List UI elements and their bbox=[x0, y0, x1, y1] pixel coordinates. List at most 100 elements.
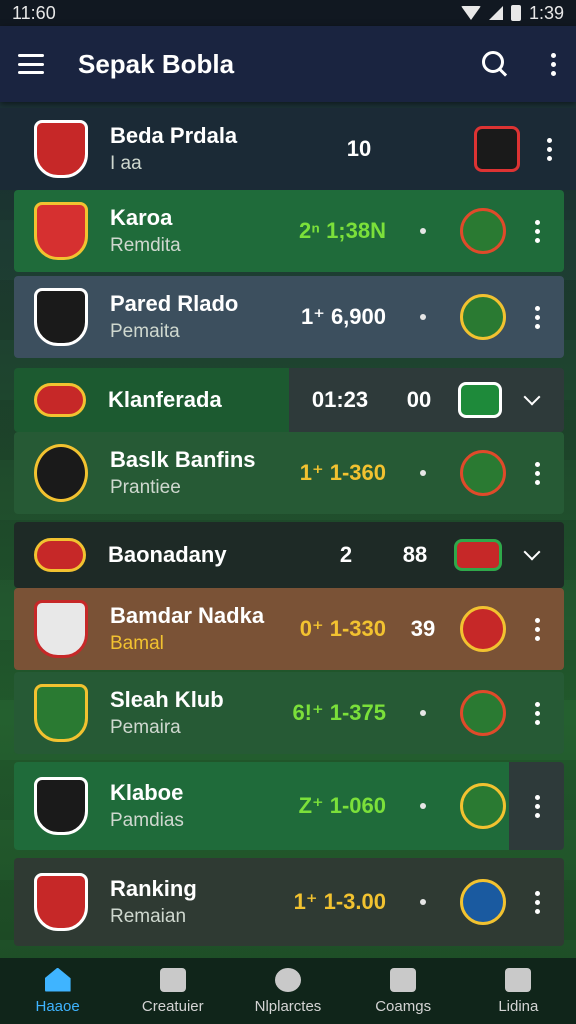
league-badge-icon bbox=[460, 294, 506, 340]
team-subtitle: Pemaira bbox=[110, 717, 181, 738]
team-crest-icon bbox=[34, 444, 88, 502]
ball-icon bbox=[274, 967, 301, 992]
list-item[interactable]: Pared Rlado Pemaita 1⁺ 6,900 bbox=[14, 276, 564, 358]
separator-dot bbox=[420, 470, 426, 476]
league-badge-icon bbox=[454, 539, 502, 571]
list-item[interactable]: Baonadany 2 88 bbox=[14, 522, 564, 588]
team-name: Baslk Banfins bbox=[110, 447, 256, 472]
separator-dot bbox=[420, 803, 426, 809]
match-score: Z⁺ 1-060 bbox=[298, 793, 386, 818]
team-crest-icon bbox=[34, 600, 88, 658]
battery-icon bbox=[510, 5, 521, 21]
bottom-navigation: Haaoe Creatuier Nlplarctes Coamgs Lidina bbox=[0, 958, 576, 1024]
team-info: Baonadany bbox=[108, 542, 316, 568]
league-badge-icon bbox=[458, 382, 502, 418]
team-info: Klanferada bbox=[108, 387, 300, 413]
status-bar: 11:60 1:39 bbox=[0, 0, 576, 26]
separator-dot bbox=[420, 228, 426, 234]
row-more-icon[interactable] bbox=[532, 219, 542, 243]
league-badge-icon bbox=[474, 126, 520, 172]
signal-icon bbox=[488, 6, 503, 20]
league-badge-icon bbox=[460, 208, 506, 254]
row-more-icon[interactable] bbox=[532, 461, 542, 485]
team-name: Ranking bbox=[110, 876, 197, 901]
team-subtitle: Pamdias bbox=[110, 810, 184, 831]
nav-label: Coamgs bbox=[375, 997, 432, 1015]
row-more-icon[interactable] bbox=[532, 701, 542, 725]
status-icons: 1:39 bbox=[460, 2, 564, 24]
more-options-icon[interactable] bbox=[548, 52, 558, 76]
team-info: Sleah Klub Pemaira bbox=[110, 687, 258, 739]
list-item[interactable]: Karoa Remdita 2ⁿ 1;38N bbox=[14, 190, 564, 272]
match-score: 2 bbox=[339, 542, 353, 567]
match-score: 1⁺ 1-3.00 bbox=[293, 889, 386, 914]
row-more-icon[interactable] bbox=[544, 137, 554, 161]
match-score: 6!⁺ 1-375 bbox=[292, 700, 386, 725]
app-bar: Sepak Bobla bbox=[0, 26, 576, 102]
team-crest-icon bbox=[34, 684, 88, 742]
match-value: 39 bbox=[410, 616, 436, 641]
league-badge-icon bbox=[460, 783, 506, 829]
team-subtitle: Remdita bbox=[110, 235, 181, 256]
row-more-icon[interactable] bbox=[532, 305, 542, 329]
team-crest-icon bbox=[34, 202, 88, 260]
list-item[interactable]: Bamdar Nadka Bamal 0⁺ 1-330 39 bbox=[14, 588, 564, 670]
team-info: Pared Rlado Pemaita bbox=[110, 291, 258, 343]
team-info: Ranking Remaian bbox=[110, 876, 258, 928]
nav-home[interactable]: Haaoe bbox=[0, 967, 115, 1015]
team-name: Klaboe bbox=[110, 780, 184, 805]
team-name: Bamdar Nadka bbox=[110, 603, 265, 628]
match-value: 88 bbox=[402, 542, 428, 567]
league-badge-icon bbox=[460, 879, 506, 925]
nav-label: Lidina bbox=[498, 997, 539, 1015]
team-crest-icon bbox=[34, 383, 86, 417]
row-more-icon[interactable] bbox=[532, 794, 542, 818]
nav-matches[interactable]: Nlplarctes bbox=[230, 967, 345, 1015]
league-badge-icon bbox=[460, 690, 506, 736]
list-item[interactable]: Klanferada 01:23 00 bbox=[14, 368, 564, 432]
league-badge-icon bbox=[460, 606, 506, 652]
row-more-icon[interactable] bbox=[532, 890, 542, 914]
separator-dot bbox=[420, 314, 426, 320]
status-time: 11:60 bbox=[12, 2, 56, 23]
match-score: 10 bbox=[346, 136, 372, 161]
list-item[interactable]: Sleah Klub Pemaira 6!⁺ 1-375 bbox=[14, 672, 564, 754]
search-icon[interactable] bbox=[482, 51, 508, 77]
match-score: 0⁺ 1-330 bbox=[299, 616, 386, 641]
row-more-icon[interactable] bbox=[532, 617, 542, 641]
match-value: 00 bbox=[406, 387, 432, 412]
chevron-down-icon[interactable] bbox=[523, 543, 541, 561]
team-info: Baslk Banfins Prantiee bbox=[110, 447, 258, 499]
home-icon bbox=[44, 967, 71, 992]
team-info: Bamdar Nadka Bamal bbox=[110, 603, 265, 655]
team-info: Karoa Remdita bbox=[110, 205, 258, 257]
menu-icon[interactable] bbox=[18, 54, 44, 74]
match-score: 1⁺ 1-360 bbox=[299, 460, 386, 485]
list-item[interactable]: Klaboe Pamdias Z⁺ 1-060 bbox=[14, 762, 564, 850]
team-info: Beda Prdala I aa bbox=[110, 123, 324, 175]
team-name: Pared Rlado bbox=[110, 291, 239, 316]
team-info: Klaboe Pamdias bbox=[110, 780, 258, 832]
calendar-icon bbox=[390, 967, 417, 992]
list-item[interactable]: Beda Prdala I aa 10 bbox=[0, 108, 576, 190]
list-item[interactable]: Baslk Banfins Prantiee 1⁺ 1-360 bbox=[14, 432, 564, 514]
team-subtitle: Remaian bbox=[110, 906, 187, 927]
team-subtitle: Pemaita bbox=[110, 321, 180, 342]
separator-dot bbox=[420, 899, 426, 905]
team-crest-icon bbox=[34, 120, 88, 178]
team-name: Beda Prdala bbox=[110, 123, 238, 148]
nav-creator[interactable]: Creatuier bbox=[115, 967, 230, 1015]
team-crest-icon bbox=[34, 873, 88, 931]
match-time: 01:23 bbox=[311, 387, 369, 412]
wifi-icon bbox=[460, 6, 481, 20]
team-name: Klanferada bbox=[108, 387, 222, 412]
nav-label: Creatuier bbox=[141, 997, 204, 1015]
nav-profile[interactable]: Lidina bbox=[461, 967, 576, 1015]
status-clock: 1:39 bbox=[528, 2, 564, 23]
chevron-down-icon[interactable] bbox=[523, 388, 541, 406]
list-item[interactable]: Ranking Remaian 1⁺ 1-3.00 bbox=[14, 858, 564, 946]
team-subtitle: Bamal bbox=[110, 633, 164, 654]
nav-calendar[interactable]: Coamgs bbox=[346, 967, 461, 1015]
app-title: Sepak Bobla bbox=[78, 48, 235, 79]
document-icon bbox=[159, 967, 186, 992]
